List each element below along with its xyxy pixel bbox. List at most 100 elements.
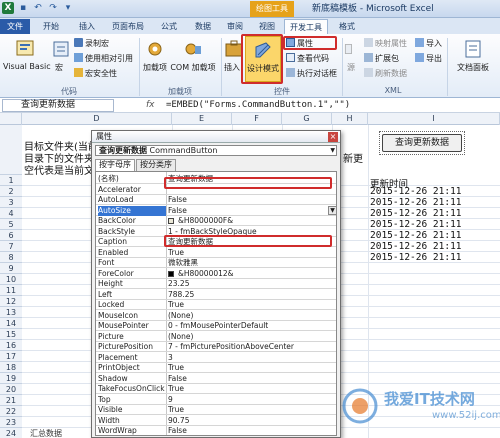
row-header[interactable]: 3 — [0, 197, 22, 208]
property-value[interactable]: 微软雅黑 — [168, 258, 198, 268]
property-value[interactable]: False — [168, 426, 187, 435]
sheet-tab[interactable]: 汇总数据 — [30, 428, 62, 438]
column-header[interactable]: I — [368, 113, 500, 125]
tab-page-layout[interactable]: 页面布局 — [108, 19, 148, 34]
tab-home[interactable]: 开始 — [38, 19, 64, 34]
row-header[interactable]: 12 — [0, 296, 22, 307]
property-row[interactable]: Height 23.25 — [96, 279, 336, 289]
row-header[interactable]: 21 — [0, 395, 22, 406]
row-header[interactable]: 22 — [0, 406, 22, 417]
map-properties-button[interactable]: 映射属性 — [364, 38, 407, 49]
property-row[interactable]: WordWrap False — [96, 426, 336, 435]
row-header[interactable]: 18 — [0, 362, 22, 373]
property-row[interactable]: PrintObject True — [96, 363, 336, 373]
insert-control-button[interactable]: 插入 — [223, 38, 243, 73]
property-row[interactable]: TakeFocusOnClick True — [96, 384, 336, 394]
row-header[interactable]: 19 — [0, 373, 22, 384]
customize-qat-icon[interactable]: ▾ — [62, 2, 74, 14]
row-header[interactable]: 8 — [0, 252, 22, 263]
chevron-down-icon[interactable]: ▼ — [330, 146, 335, 155]
property-value[interactable]: False — [168, 195, 187, 205]
property-value[interactable]: 788.25 — [168, 290, 194, 300]
property-row[interactable]: Font 微软雅黑 — [96, 258, 336, 268]
row-header[interactable]: 13 — [0, 307, 22, 318]
macro-security-button[interactable]: 宏安全性 — [74, 68, 117, 79]
property-value[interactable]: (None) — [168, 332, 193, 342]
row-header[interactable]: 24 — [0, 428, 22, 438]
tab-review[interactable]: 审阅 — [222, 19, 248, 34]
tab-alphabetic[interactable]: 按字母序 — [95, 159, 135, 171]
tab-format[interactable]: 格式 — [334, 19, 360, 34]
property-row[interactable]: AutoLoad False — [96, 195, 336, 205]
row-header[interactable]: 2 — [0, 186, 22, 197]
row-header[interactable]: 4 — [0, 208, 22, 219]
property-row[interactable]: ForeColor &H80000012& — [96, 269, 336, 279]
row-header[interactable]: 17 — [0, 351, 22, 362]
close-icon[interactable]: × — [328, 132, 338, 142]
property-row[interactable]: AutoSize False ▼ — [96, 205, 336, 216]
export-button[interactable]: 导出 — [415, 53, 442, 64]
row-header[interactable]: 20 — [0, 384, 22, 395]
tab-categorized[interactable]: 按分类序 — [136, 159, 176, 171]
expansion-packs-button[interactable]: 扩展包 — [364, 53, 399, 64]
name-box[interactable]: 查询更新数据 — [2, 99, 114, 112]
row-header[interactable]: 9 — [0, 263, 22, 274]
property-row[interactable]: Visible True — [96, 405, 336, 415]
query-update-data-button[interactable]: 查询更新数据 — [382, 134, 462, 152]
row-header[interactable]: 23 — [0, 417, 22, 428]
save-icon[interactable]: ▪ — [17, 2, 29, 14]
property-value[interactable]: 90.75 — [168, 416, 189, 426]
property-value[interactable]: True — [168, 363, 184, 373]
column-header[interactable]: H — [332, 113, 368, 125]
column-header[interactable]: G — [282, 113, 332, 125]
property-value[interactable]: True — [168, 405, 184, 415]
property-value[interactable]: 0 - fmMousePointerDefault — [168, 321, 268, 331]
tab-data[interactable]: 数据 — [190, 19, 216, 34]
select-all-corner[interactable] — [0, 113, 22, 125]
property-row[interactable]: Locked True — [96, 300, 336, 310]
property-row[interactable]: MouseIcon (None) — [96, 311, 336, 321]
tab-view[interactable]: 视图 — [254, 19, 280, 34]
column-header[interactable]: E — [172, 113, 232, 125]
row-header[interactable]: 5 — [0, 219, 22, 230]
run-dialog-button[interactable]: 执行对话框 — [286, 68, 337, 79]
property-row[interactable]: Shadow False — [96, 374, 336, 384]
xml-source-button[interactable]: 源 — [344, 38, 358, 73]
record-macro-button[interactable]: 录制宏 — [74, 38, 109, 49]
property-value[interactable]: &H8000000F& — [178, 216, 233, 226]
property-row[interactable]: Placement 3 — [96, 353, 336, 363]
row-header[interactable]: 11 — [0, 285, 22, 296]
row-header[interactable]: 10 — [0, 274, 22, 285]
formula-input[interactable]: =EMBED("Forms.CommandButton.1","") — [166, 98, 350, 113]
property-row[interactable]: BackColor &H8000000F& — [96, 216, 336, 226]
property-row[interactable]: Left 788.25 — [96, 290, 336, 300]
visual-basic-button[interactable]: Visual Basic — [3, 38, 51, 71]
property-row[interactable]: Enabled True — [96, 248, 336, 258]
property-row[interactable]: MousePointer 0 - fmMousePointerDefault — [96, 321, 336, 331]
com-addins-button[interactable]: COM 加载项 — [170, 38, 216, 73]
tab-developer[interactable]: 开发工具 — [284, 19, 328, 34]
tab-file[interactable]: 文件 — [0, 19, 30, 34]
macro-button[interactable]: 宏 — [50, 38, 69, 73]
object-selector[interactable]: 查询更新数据 CommandButton ▼ — [95, 145, 337, 156]
property-value[interactable]: 23.25 — [168, 279, 189, 289]
property-value[interactable]: True — [168, 248, 184, 258]
property-row[interactable]: PicturePosition 7 - fmPicturePositionAbov… — [96, 342, 336, 352]
redo-icon[interactable]: ↷ — [47, 2, 59, 14]
property-value[interactable]: (None) — [168, 311, 193, 321]
insert-function-button[interactable]: fx — [146, 98, 155, 113]
property-value[interactable]: 7 - fmPicturePositionAboveCenter — [168, 342, 294, 352]
row-header[interactable]: 7 — [0, 241, 22, 252]
property-value[interactable]: False — [168, 206, 187, 216]
property-row[interactable]: Picture (None) — [96, 332, 336, 342]
row-header[interactable]: 16 — [0, 340, 22, 351]
row-header[interactable]: 15 — [0, 329, 22, 340]
row-header[interactable]: 14 — [0, 318, 22, 329]
property-value[interactable]: False — [168, 374, 187, 384]
property-value[interactable]: 9 — [168, 395, 173, 405]
document-panel-button[interactable]: 文档面板 — [450, 38, 496, 73]
addins-button[interactable]: 加载项 — [142, 38, 168, 73]
property-value[interactable]: True — [168, 384, 184, 394]
undo-icon[interactable]: ↶ — [32, 2, 44, 14]
column-header[interactable]: F — [232, 113, 282, 125]
